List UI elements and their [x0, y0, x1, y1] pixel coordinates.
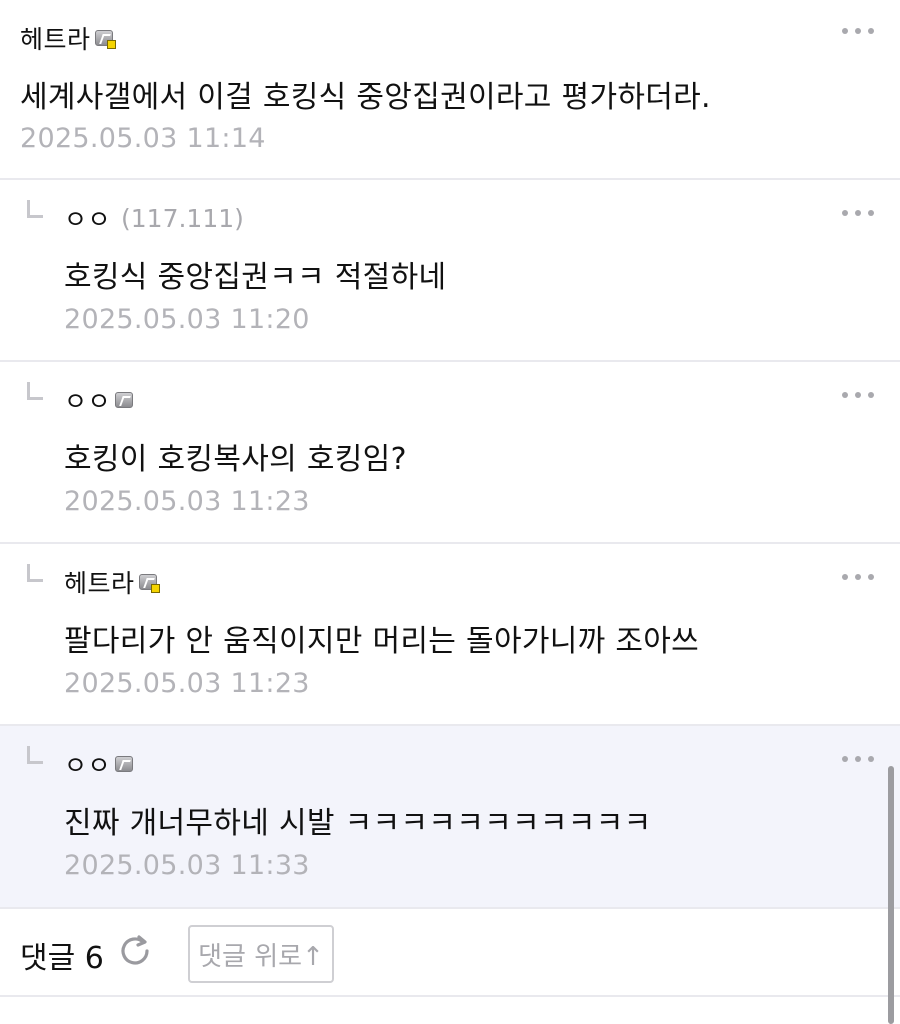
comment-date: 2025.05.03 11:23	[64, 486, 310, 517]
member-badge-icon	[115, 392, 134, 408]
refresh-icon[interactable]	[116, 932, 154, 970]
member-badge-icon	[138, 574, 160, 593]
reply-item: 헤트라 팔다리가 안 움직이지만 머리는 돌아가니까 조아쓰 2025.05.0…	[0, 544, 900, 726]
reply-arrow-icon	[27, 564, 43, 582]
comment-author[interactable]: ㅇㅇ	[64, 200, 111, 236]
comment-date: 2025.05.03 11:23	[64, 668, 310, 699]
reply-item: ㅇㅇ 진짜 개너무하네 시발 ㅋㅋㅋㅋㅋㅋㅋㅋㅋㅋㅋ 2025.05.03 11…	[0, 726, 900, 909]
scroll-to-comments-top-button[interactable]: 댓글 위로↑	[188, 925, 334, 983]
comment-text: 팔다리가 안 움직이지만 머리는 돌아가니까 조아쓰	[64, 624, 700, 659]
reply-arrow-icon	[27, 382, 43, 400]
comment-author-row: 헤트라	[20, 20, 116, 56]
more-icon[interactable]	[842, 208, 874, 218]
reply-arrow-icon	[27, 746, 43, 764]
comment-text: 세계사갤에서 이걸 호킹식 중앙집권이라고 평가하더라.	[20, 80, 711, 115]
comment-item: 헤트라 세계사갤에서 이걸 호킹식 중앙집권이라고 평가하더라. 2025.05…	[0, 0, 900, 180]
comment-author[interactable]: 헤트라	[20, 20, 91, 56]
comment-author[interactable]: ㅇㅇ	[64, 382, 111, 418]
more-icon[interactable]	[842, 26, 874, 36]
more-icon[interactable]	[842, 390, 874, 400]
comment-count: 댓글 6	[20, 941, 104, 976]
comment-date: 2025.05.03 11:14	[20, 123, 266, 154]
comment-author-row: ㅇㅇ	[64, 382, 134, 418]
scrollbar[interactable]	[888, 766, 894, 1024]
comment-footer: 댓글 6 댓글 위로↑	[0, 907, 900, 997]
member-badge-icon	[94, 30, 116, 49]
comment-page: 헤트라 세계사갤에서 이걸 호킹식 중앙집권이라고 평가하더라. 2025.05…	[0, 0, 900, 1024]
comment-text: 진짜 개너무하네 시발 ㅋㅋㅋㅋㅋㅋㅋㅋㅋㅋㅋ	[64, 806, 652, 841]
comment-author[interactable]: 헤트라	[64, 564, 135, 600]
member-badge-icon	[115, 756, 134, 772]
comment-ip: (117.111)	[121, 203, 244, 233]
comment-author[interactable]: ㅇㅇ	[64, 746, 111, 782]
more-icon[interactable]	[842, 572, 874, 582]
comment-date: 2025.05.03 11:20	[64, 304, 310, 335]
reply-arrow-icon	[27, 200, 43, 218]
comment-text: 호킹식 중앙집권ㅋㅋ 적절하네	[64, 260, 447, 295]
comment-author-row: 헤트라	[64, 564, 160, 600]
reply-item: ㅇㅇ (117.111) 호킹식 중앙집권ㅋㅋ 적절하네 2025.05.03 …	[0, 180, 900, 362]
comment-author-row: ㅇㅇ (117.111)	[64, 200, 244, 236]
comment-text: 호킹이 호킹복사의 호킹임?	[64, 442, 407, 477]
more-icon[interactable]	[842, 754, 874, 764]
reply-item: ㅇㅇ 호킹이 호킹복사의 호킹임? 2025.05.03 11:23	[0, 362, 900, 544]
comment-date: 2025.05.03 11:33	[64, 850, 310, 881]
comment-author-row: ㅇㅇ	[64, 746, 134, 782]
